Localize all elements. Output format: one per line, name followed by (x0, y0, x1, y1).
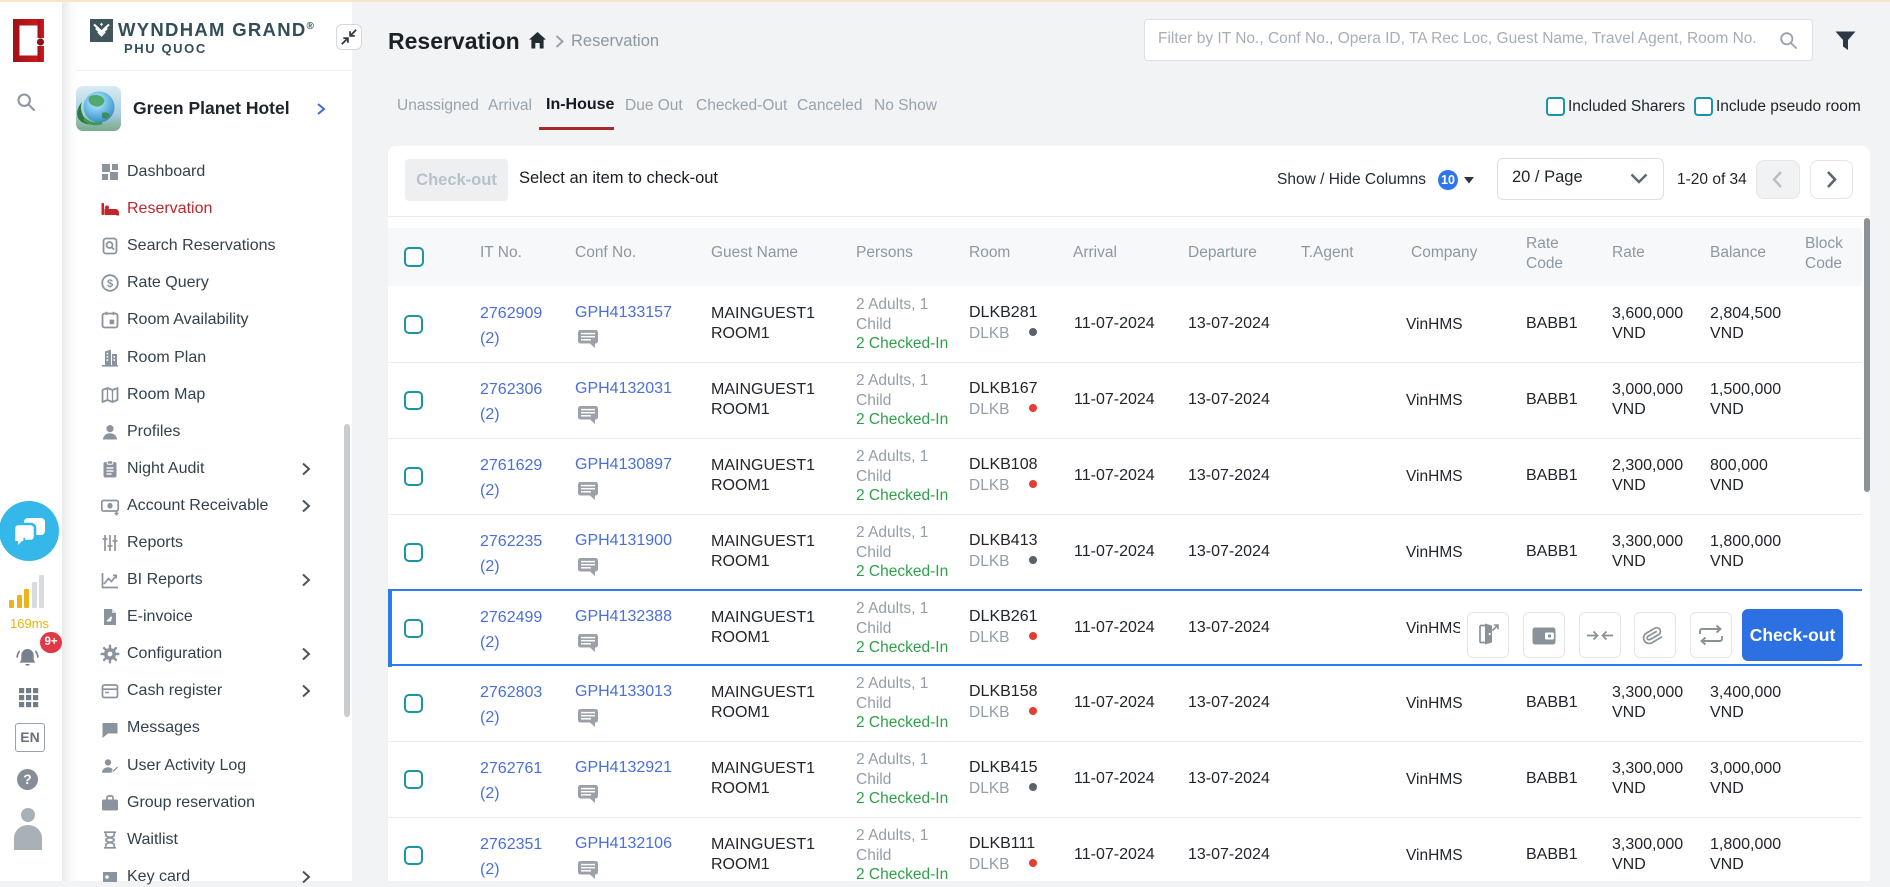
svg-text:$: $ (107, 278, 113, 290)
